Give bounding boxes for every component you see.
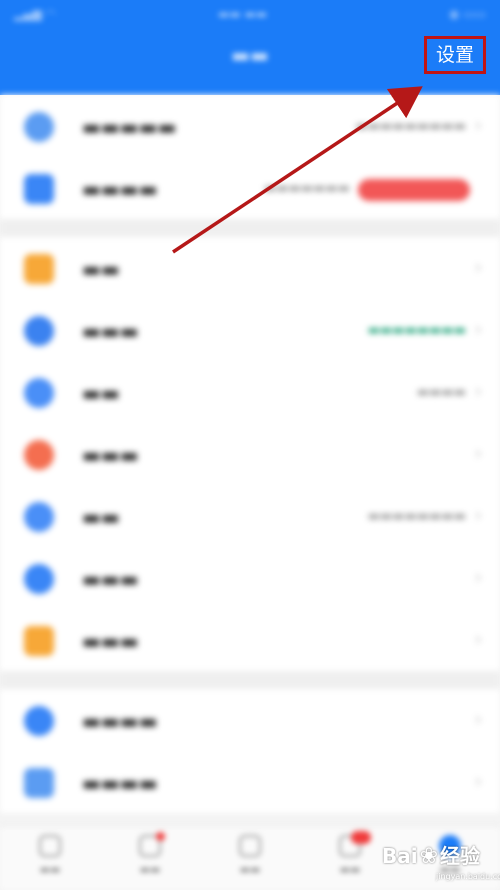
arrow-line xyxy=(172,86,423,254)
watermark-brand: Bai xyxy=(382,844,418,868)
annotation-arrow xyxy=(172,86,423,254)
watermark-logo: Bai❀ 经验 xyxy=(382,836,480,876)
watermark-url: jingyan.baidu.com xyxy=(436,872,500,881)
watermark-suffix: 经验 xyxy=(440,844,481,868)
paw-icon: ❀ xyxy=(419,844,439,869)
